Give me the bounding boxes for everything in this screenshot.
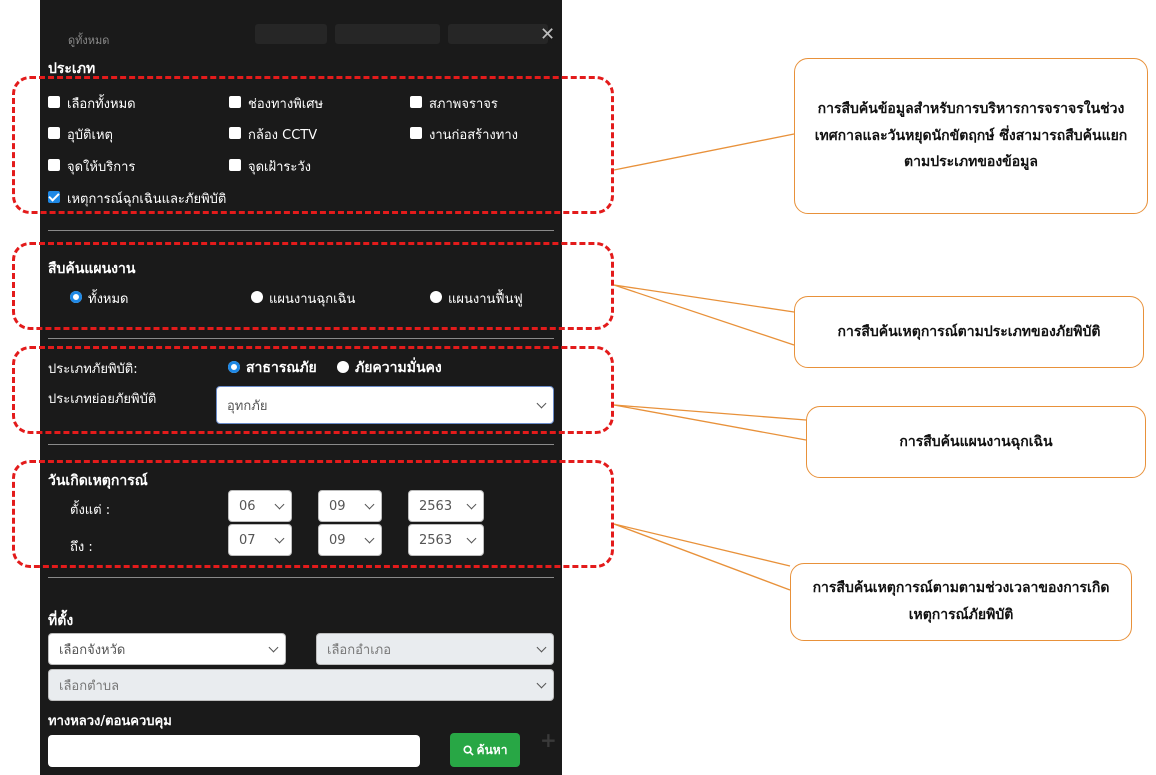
callout-emergency-plan: การสืบค้นแผนงานฉุกเฉิน [806, 406, 1146, 478]
callout-category: การสืบค้นข้อมูลสำหรับการบริหารการจราจรใน… [794, 58, 1148, 214]
callout-date-range: การสืบค้นเหตุการณ์ตามตามช่วงเวลาของการเก… [790, 563, 1132, 641]
callout-disaster-type: การสืบค้นเหตุการณ์ตามประเภทของภัยพิบัติ [794, 296, 1144, 368]
